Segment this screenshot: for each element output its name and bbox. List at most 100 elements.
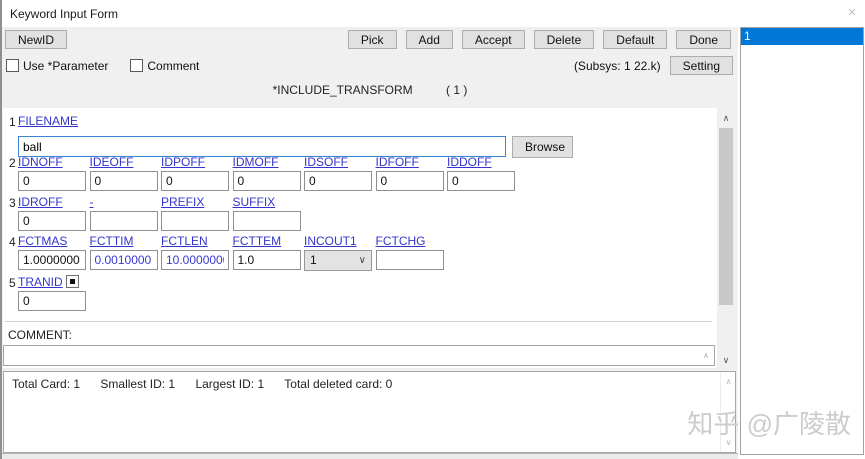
comment-checkbox-wrap[interactable]: Comment (130, 59, 199, 73)
status-scroll-down-icon[interactable]: ∨ (721, 435, 736, 450)
default-button[interactable]: Default (603, 30, 668, 49)
form-row-filename: 1 FILENAME Browse (3, 114, 717, 158)
row-fields: TRANID (3, 275, 717, 311)
use-parameter-checkbox-wrap[interactable]: Use *Parameter (6, 59, 108, 73)
iddoff-input[interactable] (447, 171, 515, 191)
filename-input[interactable] (18, 136, 506, 157)
add-button[interactable]: Add (405, 30, 453, 49)
field-link-idfoff[interactable]: IDFOFF (376, 155, 444, 171)
field-link-fctlen[interactable]: FCTLEN (161, 234, 229, 250)
row-number: 5 (9, 276, 16, 290)
dot-icon (69, 279, 75, 284)
row-fields: IDNOFF IDEOFF IDPOFF IDMOFF (3, 155, 717, 191)
idsoff-input[interactable] (304, 171, 372, 191)
comment-label: COMMENT: (8, 328, 72, 342)
field-link-idmoff[interactable]: IDMOFF (233, 155, 301, 171)
field-ideoff: IDEOFF (89, 155, 158, 191)
form-vertical-scrollbar[interactable]: ∧ ∨ (718, 110, 734, 368)
fctlen-input[interactable] (161, 250, 229, 270)
field-link-filename[interactable]: FILENAME (18, 114, 78, 130)
field-fcttim: FCTTIM (89, 234, 158, 271)
options-row: Use *Parameter Comment (Subsys: 1 22.k) … (6, 56, 733, 75)
dash-input[interactable] (89, 211, 158, 231)
field-idsoff: IDSOFF (304, 155, 372, 191)
field-link-dash[interactable]: - (90, 195, 158, 211)
field-link-fctchg[interactable]: FCTCHG (376, 234, 444, 250)
row-fields: IDROFF - PREFIX SUFFIX (3, 195, 717, 231)
keyword-input-form-window: Keyword Input Form × NewID Pick Add Acce… (0, 0, 865, 459)
field-idmoff: IDMOFF (232, 155, 301, 191)
accept-button[interactable]: Accept (461, 30, 525, 49)
comment-input[interactable] (3, 345, 715, 366)
scroll-up-icon[interactable]: ∧ (718, 110, 734, 126)
field-link-suffix[interactable]: SUFFIX (233, 195, 301, 211)
form-area: 1 FILENAME Browse 2 IDNOFF IDEOFF (3, 108, 717, 368)
setting-button[interactable]: Setting (669, 56, 733, 75)
field-link-incout1[interactable]: INCOUT1 (304, 234, 372, 250)
idpoff-input[interactable] (161, 171, 229, 191)
row-number: 1 (9, 115, 16, 129)
field-link-prefix[interactable]: PREFIX (161, 195, 229, 211)
field-link-idroff[interactable]: IDROFF (18, 195, 86, 211)
comment-divider (5, 321, 712, 322)
field-fctlen: FCTLEN (161, 234, 229, 271)
tranid-pick-button[interactable] (65, 275, 79, 288)
tranid-input[interactable] (18, 291, 86, 311)
field-link-idnoff[interactable]: IDNOFF (18, 155, 86, 171)
field-link-idpoff[interactable]: IDPOFF (161, 155, 229, 171)
fcttim-input[interactable] (89, 250, 158, 270)
prefix-input[interactable] (161, 211, 229, 231)
titlebar: Keyword Input Form × (2, 0, 865, 27)
keyword-title-row: *INCLUDE_TRANSFORM ( 1 ) (2, 83, 738, 97)
field-link-tranid[interactable]: TRANID (18, 275, 63, 291)
toolbar-button-group: Pick Add Accept Delete Default Done (347, 30, 731, 49)
left-pane: NewID Pick Add Accept Delete Default Don… (2, 27, 738, 453)
status-total-card: Total Card: 1 (12, 377, 81, 391)
form-row-idoffsets: 2 IDNOFF IDEOFF IDPOFF IDMO (3, 155, 717, 191)
idnoff-input[interactable] (18, 171, 86, 191)
fctmas-input[interactable] (18, 250, 86, 270)
field-link-fctmas[interactable]: FCTMAS (18, 234, 86, 250)
row-fields: FILENAME (3, 114, 717, 130)
window-title: Keyword Input Form (10, 7, 119, 21)
row-number: 4 (9, 235, 16, 249)
field-link-fcttim[interactable]: FCTTIM (90, 234, 158, 250)
subsys-label: (Subsys: 1 22.k) (573, 58, 661, 73)
status-scrollbar[interactable]: ∧ ∨ (720, 372, 735, 452)
scroll-down-icon[interactable]: ∨ (718, 352, 734, 368)
form-row-idroff: 3 IDROFF - PREFIX SUFFIX (3, 195, 717, 231)
fcttem-input[interactable] (232, 250, 301, 270)
scrollbar-thumb[interactable] (719, 128, 733, 305)
row-number: 2 (9, 156, 16, 170)
field-link-fcttem[interactable]: FCTTEM (233, 234, 301, 250)
form-row-tranid: 5 TRANID (3, 275, 717, 311)
field-suffix: SUFFIX (232, 195, 301, 231)
status-text: Total Card: 1 Smallest ID: 1 Largest ID:… (4, 372, 735, 396)
incout1-dropdown[interactable]: 1 ∨ (304, 250, 372, 271)
done-button[interactable]: Done (676, 30, 731, 49)
comment-checkbox[interactable] (130, 59, 144, 72)
idfoff-input[interactable] (375, 171, 444, 191)
suffix-input[interactable] (232, 211, 301, 231)
close-icon[interactable]: × (842, 3, 862, 23)
field-prefix: PREFIX (161, 195, 229, 231)
status-scroll-up-icon[interactable]: ∧ (721, 374, 736, 389)
fctchg-input[interactable] (375, 250, 444, 270)
ideoff-input[interactable] (89, 171, 158, 191)
list-item[interactable]: 1 (741, 28, 863, 45)
delete-button[interactable]: Delete (533, 30, 595, 49)
field-tranid: TRANID (18, 275, 86, 311)
field-link-idsoff[interactable]: IDSOFF (304, 155, 372, 171)
field-idroff: IDROFF (18, 195, 86, 231)
window-bottom-edge (2, 453, 738, 459)
field-iddoff: IDDOFF (447, 155, 515, 191)
newid-button[interactable]: NewID (5, 30, 68, 49)
idroff-input[interactable] (18, 211, 86, 231)
pick-button[interactable]: Pick (347, 30, 397, 49)
field-link-iddoff[interactable]: IDDOFF (447, 155, 515, 171)
incout1-selected-value: 1 (310, 253, 317, 267)
use-parameter-checkbox[interactable] (6, 59, 19, 72)
field-link-ideoff[interactable]: IDEOFF (90, 155, 158, 171)
idmoff-input[interactable] (232, 171, 301, 191)
comment-up-arrow-icon[interactable]: ∧ (699, 347, 713, 364)
